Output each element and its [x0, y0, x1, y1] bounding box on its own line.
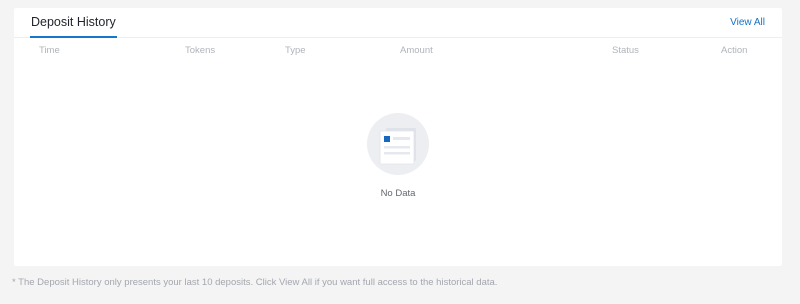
deposit-history-footnote: * The Deposit History only presents your… [12, 277, 498, 288]
empty-document-icon [366, 112, 430, 176]
column-header-type: Type [285, 45, 306, 56]
column-header-amount: Amount [400, 45, 433, 56]
table-header: Time Tokens Type Amount Status Action [14, 38, 782, 60]
column-header-tokens: Tokens [185, 45, 216, 56]
card-header: Deposit History View All [14, 8, 782, 38]
deposit-history-card: Deposit History View All Time Tokens Typ… [14, 8, 782, 266]
tab-deposit-history[interactable]: Deposit History [30, 15, 117, 38]
column-header-action: Action [721, 45, 748, 56]
column-header-time: Time [39, 45, 60, 56]
deposit-history-page: Deposit History View All Time Tokens Typ… [0, 0, 800, 304]
empty-state-text: No Data [380, 188, 416, 199]
view-all-link[interactable]: View All [730, 17, 765, 28]
column-header-status: Status [612, 45, 639, 56]
